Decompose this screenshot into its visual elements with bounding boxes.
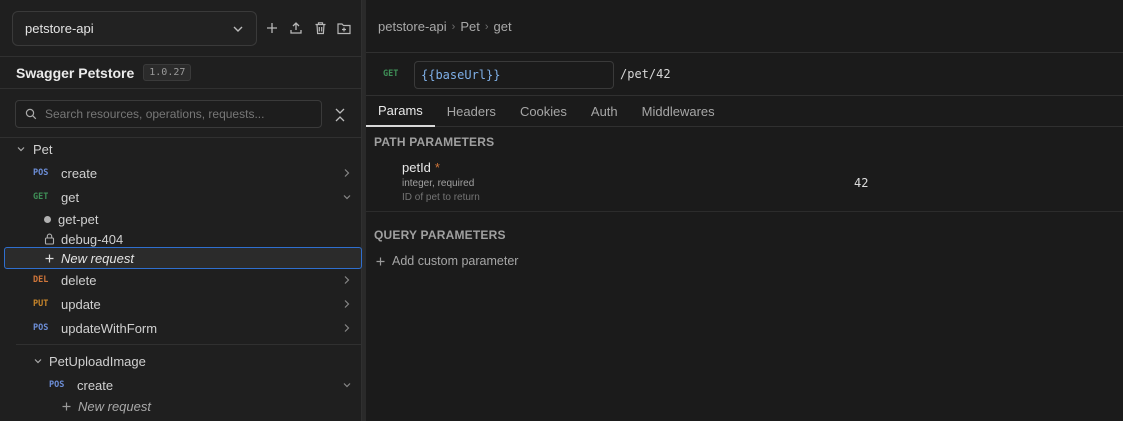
tab-auth[interactable]: Auth bbox=[579, 96, 630, 127]
chevron-down-icon bbox=[342, 380, 352, 390]
tree-group-petuploadimage[interactable]: PetUploadImage bbox=[0, 350, 362, 372]
operation-label: update bbox=[61, 296, 101, 312]
new-request-label: New request bbox=[61, 250, 134, 266]
tree-operation[interactable]: GET get bbox=[0, 186, 362, 208]
tree-group-label: Pet bbox=[33, 141, 53, 157]
request-label: get-pet bbox=[58, 211, 99, 227]
param-description: ID of pet to return bbox=[402, 192, 480, 203]
method-badge: DEL bbox=[33, 275, 49, 285]
lock-icon bbox=[44, 233, 55, 245]
plus-icon bbox=[45, 254, 54, 263]
chevron-right-icon bbox=[343, 168, 351, 178]
param-name-text: petId bbox=[402, 160, 431, 175]
tree-group-label: PetUploadImage bbox=[49, 353, 146, 369]
project-name: petstore-api bbox=[25, 21, 94, 36]
base-url-field[interactable]: {{baseUrl}} bbox=[414, 61, 614, 89]
chevron-down-icon bbox=[342, 192, 352, 202]
new-folder-icon[interactable] bbox=[336, 19, 352, 37]
project-selector[interactable]: petstore-api bbox=[12, 11, 257, 46]
url-path[interactable]: /pet/42 bbox=[620, 67, 671, 81]
operation-label: delete bbox=[61, 272, 97, 288]
plus-icon bbox=[62, 402, 71, 411]
tab-cookies[interactable]: Cookies bbox=[508, 96, 579, 127]
operation-label: create bbox=[77, 377, 114, 393]
plus-icon bbox=[376, 253, 385, 269]
method-badge: POS bbox=[33, 323, 49, 333]
tree-operation[interactable]: POS create bbox=[0, 162, 362, 184]
operation-label: updateWithForm bbox=[61, 320, 158, 336]
breadcrumb-project[interactable]: petstore-api bbox=[378, 19, 447, 34]
sidebar-divider bbox=[0, 88, 362, 89]
tab-params[interactable]: Params bbox=[366, 96, 435, 127]
api-title-bar: Swagger Petstore 1.0.27 bbox=[16, 64, 192, 81]
add-custom-parameter-label: Add custom parameter bbox=[392, 254, 519, 268]
operation-label: create bbox=[61, 165, 98, 181]
tree-new-request[interactable]: New request bbox=[0, 247, 362, 269]
api-title: Swagger Petstore bbox=[16, 64, 135, 81]
query-parameters-heading: QUERY PARAMETERS bbox=[374, 228, 506, 242]
tree-divider bbox=[16, 344, 362, 345]
search-input[interactable] bbox=[45, 107, 305, 121]
param-type: integer, required bbox=[402, 178, 475, 189]
trash-icon[interactable] bbox=[312, 19, 328, 37]
required-marker: * bbox=[434, 160, 440, 175]
tree-operation[interactable]: POS updateWithForm bbox=[0, 317, 362, 339]
chevron-right-icon bbox=[343, 323, 351, 333]
method-badge: PUT bbox=[33, 299, 49, 309]
chevron-down-icon bbox=[232, 23, 244, 35]
chevron-down-icon bbox=[16, 144, 26, 154]
tree-operation[interactable]: PUT update bbox=[0, 293, 362, 315]
tab-headers[interactable]: Headers bbox=[435, 96, 508, 127]
tree-operation[interactable]: DEL delete bbox=[0, 269, 362, 291]
method-badge: GET bbox=[33, 192, 49, 202]
sidebar-divider bbox=[0, 56, 362, 57]
request-editor: petstore-api › Pet › get GET {{baseUrl}}… bbox=[366, 0, 1123, 421]
method-badge: POS bbox=[49, 380, 65, 390]
add-custom-parameter-button[interactable]: Add custom parameter bbox=[376, 253, 518, 269]
chevron-right-icon bbox=[343, 275, 351, 285]
version-badge: 1.0.27 bbox=[143, 64, 192, 81]
breadcrumb-operation[interactable]: get bbox=[494, 19, 512, 34]
tab-middlewares[interactable]: Middlewares bbox=[630, 96, 727, 127]
param-value-input[interactable]: 42 bbox=[854, 176, 868, 190]
url-bar: GET {{baseUrl}} /pet/42 bbox=[366, 52, 1123, 96]
chevron-down-icon bbox=[33, 356, 43, 366]
param-name: petId * bbox=[402, 160, 440, 175]
collapse-all-icon[interactable] bbox=[333, 107, 347, 123]
request-label: debug-404 bbox=[61, 231, 124, 247]
breadcrumb: petstore-api › Pet › get bbox=[378, 19, 512, 34]
breadcrumb-resource[interactable]: Pet bbox=[460, 19, 480, 34]
tree-request[interactable]: get-pet bbox=[0, 208, 362, 230]
new-request-label: New request bbox=[78, 398, 151, 414]
request-tabs: Params Headers Cookies Auth Middlewares bbox=[366, 96, 1123, 127]
sidebar: petstore-api Swagger Petstore 1.0.27 Sea… bbox=[0, 0, 362, 421]
request-method-badge[interactable]: GET bbox=[383, 69, 398, 79]
tree-new-request[interactable]: New request bbox=[0, 395, 362, 417]
tree-operation[interactable]: POS create bbox=[0, 374, 362, 396]
tree-group-pet[interactable]: Pet bbox=[0, 138, 362, 160]
section-divider bbox=[366, 211, 1123, 212]
add-icon[interactable] bbox=[264, 19, 280, 37]
project-actions bbox=[264, 19, 352, 37]
method-badge: POS bbox=[33, 168, 49, 178]
chevron-right-icon bbox=[343, 299, 351, 309]
export-icon[interactable] bbox=[288, 19, 304, 37]
breadcrumb-separator-icon: › bbox=[484, 20, 489, 33]
operation-label: get bbox=[61, 189, 80, 205]
search-box bbox=[15, 100, 322, 128]
breadcrumb-separator-icon: › bbox=[451, 20, 456, 33]
search-icon bbox=[25, 108, 37, 120]
path-parameters-heading: PATH PARAMETERS bbox=[374, 135, 495, 149]
dot-icon bbox=[44, 215, 51, 223]
